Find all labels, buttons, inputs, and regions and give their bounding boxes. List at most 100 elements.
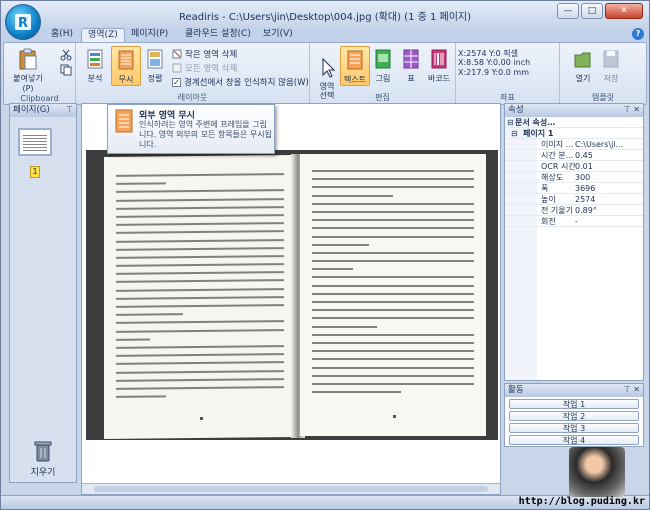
- property-row: OCR 시간 0.01: [505, 162, 643, 172]
- document-properties-row[interactable]: ⊟ 문서 속성…: [505, 118, 643, 128]
- tab-page[interactable]: 페이지(P): [125, 28, 174, 42]
- property-row: 전 기울기 0.89°: [505, 206, 643, 216]
- ribbon: 붙여넣기(P) Clipboard 분석 무시 정렬 작은 영역 삭제 모든 영…: [3, 42, 647, 105]
- right-page-number: [393, 415, 396, 418]
- delete-small-label: 작은 영역 삭제: [185, 50, 238, 60]
- app-menu-orb-icon[interactable]: R: [5, 4, 41, 40]
- group-edit: 영역 선택 텍스트 그림 표 바코드 편집: [310, 43, 456, 104]
- select-zone-button[interactable]: 영역 선택: [312, 46, 342, 100]
- text-zone-button[interactable]: 텍스트: [340, 46, 370, 86]
- tooltip-body: 인식하려는 영역 주변에 프레임을 그립니다. 영역 외부의 모든 항목들은 무…: [139, 120, 273, 149]
- properties-panel: 속성 ⊤ ✕ ⊟ 문서 속성… ⊟ 페이지 1 이미지 ... C:\Users…: [504, 103, 644, 381]
- tab-home[interactable]: 홈(H): [45, 28, 79, 42]
- copy-icon[interactable]: [60, 64, 72, 76]
- scrollbar-thumb[interactable]: [94, 486, 488, 492]
- tab-zone[interactable]: 영역(Z): [81, 28, 125, 42]
- pin-icon[interactable]: ⊤: [66, 104, 73, 116]
- ignore-button[interactable]: 무시: [111, 46, 141, 86]
- barcode-zone-button[interactable]: 바코드: [424, 46, 454, 86]
- left-page-text: [116, 173, 284, 404]
- property-value: 0.01: [575, 162, 593, 171]
- template-save-label: 저장: [603, 74, 619, 83]
- collapse-page-icon[interactable]: ⊟: [511, 129, 518, 138]
- ribbon-tabs: 홈(H) 영역(Z) 페이지(P) 클라우드 설정(C) 보기(V) ?: [1, 27, 649, 42]
- thumbnail-preview: [23, 133, 47, 151]
- watermark-photo: [569, 447, 625, 497]
- task-item[interactable]: 작업 1: [509, 399, 639, 409]
- arrange-label: 정렬: [147, 74, 163, 83]
- property-row: 시간 분... 0.45: [505, 151, 643, 161]
- layout-group-label: 레이아웃: [177, 93, 208, 102]
- template-save-button: 저장: [596, 46, 626, 86]
- activity-close-icon[interactable]: ⊤ ✕: [624, 384, 640, 396]
- title-bar: Readiris - C:\Users\jin\Desktop\004.jpg …: [1, 1, 649, 27]
- template-open-button[interactable]: 열기: [568, 46, 598, 86]
- analyze-button[interactable]: 분석: [80, 46, 110, 86]
- pages-panel: 페이지(G) ⊤ 1 지우기: [9, 103, 77, 483]
- cut-icon[interactable]: [60, 49, 72, 61]
- property-value: 300: [575, 173, 591, 182]
- task-item[interactable]: 작업 4: [509, 435, 639, 445]
- tab-view[interactable]: 보기(V): [257, 28, 299, 42]
- task-item[interactable]: 작업 2: [509, 411, 639, 421]
- trash-icon: [34, 441, 52, 462]
- scanned-book-image: [86, 150, 498, 440]
- image-zone-icon: [375, 49, 391, 69]
- table-zone-button[interactable]: 표: [396, 46, 426, 86]
- properties-close-icon[interactable]: ⊤ ✕: [624, 104, 640, 116]
- tab-cloud-settings[interactable]: 클라우드 설정(C): [179, 28, 257, 42]
- minimize-button[interactable]: —: [557, 3, 579, 19]
- svg-text:R: R: [18, 16, 28, 31]
- page-properties-label: 페이지 1: [523, 129, 554, 138]
- border-checkbox-row[interactable]: ✓ 경계선에서 창을 인식하지 않음(W): [172, 76, 309, 88]
- page-number-badge: 1: [30, 166, 40, 178]
- right-page-text: [312, 170, 474, 399]
- window-controls: — □ ✕: [557, 3, 643, 19]
- pages-panel-title: 페이지(G): [13, 105, 50, 115]
- delete-small-zones[interactable]: 작은 영역 삭제: [172, 48, 237, 60]
- window-title: Readiris - C:\Users\jin\Desktop\004.jpg …: [178, 12, 472, 23]
- ignore-label: 무시: [118, 75, 134, 84]
- delete-page-button[interactable]: 지우기: [14, 440, 72, 478]
- property-row: 높이 2574: [505, 195, 643, 205]
- table-zone-icon: [403, 49, 419, 69]
- template-group-label: 템플릿: [591, 93, 615, 102]
- help-icon[interactable]: ?: [632, 28, 644, 40]
- group-coordinates: X:2574 Y:0 픽셀 X:8.58 Y:0.00 inch X:217.9…: [456, 43, 560, 104]
- collapse-icon[interactable]: ⊟: [507, 118, 514, 127]
- activity-panel-title: 활동: [508, 385, 524, 395]
- border-checkbox[interactable]: ✓: [172, 77, 181, 87]
- clipboard-group-label: Clipboard: [20, 94, 59, 103]
- group-layout: 분석 무시 정렬 작은 영역 삭제 모든 영역 삭제 ✓ 경계선에서 창을 인식…: [76, 43, 310, 104]
- text-zone-icon: [347, 50, 363, 70]
- image-zone-button[interactable]: 그림: [368, 46, 398, 86]
- page-thumbnail[interactable]: [18, 128, 52, 156]
- properties-panel-title: 속성: [508, 105, 524, 115]
- horizontal-scrollbar[interactable]: [82, 483, 500, 494]
- property-row: 폭 3696: [505, 184, 643, 194]
- edit-group-label: 편집: [375, 93, 390, 102]
- property-value: 0.45: [575, 151, 593, 160]
- text-zone-label: 텍스트: [343, 75, 367, 84]
- left-page-number: [200, 416, 203, 420]
- document-viewer[interactable]: [81, 103, 501, 495]
- paste-button[interactable]: 붙여넣기(P): [8, 46, 48, 93]
- maximize-button[interactable]: □: [581, 3, 603, 19]
- ignore-zone-tooltip-icon: [115, 109, 133, 133]
- paste-label: 붙여넣기(P): [13, 74, 43, 93]
- analyze-icon: [87, 49, 103, 69]
- template-open-label: 열기: [575, 74, 591, 83]
- page-properties-row[interactable]: ⊟ 페이지 1: [505, 129, 643, 139]
- clipboard-icon: [19, 48, 37, 70]
- close-button[interactable]: ✕: [605, 3, 643, 19]
- task-item[interactable]: 작업 3: [509, 423, 639, 433]
- analyze-label: 분석: [87, 74, 103, 83]
- document-properties-label: 문서 속성…: [515, 118, 556, 127]
- arrange-button[interactable]: 정렬: [140, 46, 170, 86]
- coord-inch: X:8.58 Y:0.00 inch: [458, 58, 531, 67]
- delete-all-icon: [172, 63, 182, 73]
- folder-open-icon: [574, 52, 591, 68]
- coord-mm: X:217.9 Y:0.0 mm: [458, 68, 529, 77]
- delete-page-label: 지우기: [30, 468, 56, 478]
- readiris-logo-icon: R: [15, 14, 31, 31]
